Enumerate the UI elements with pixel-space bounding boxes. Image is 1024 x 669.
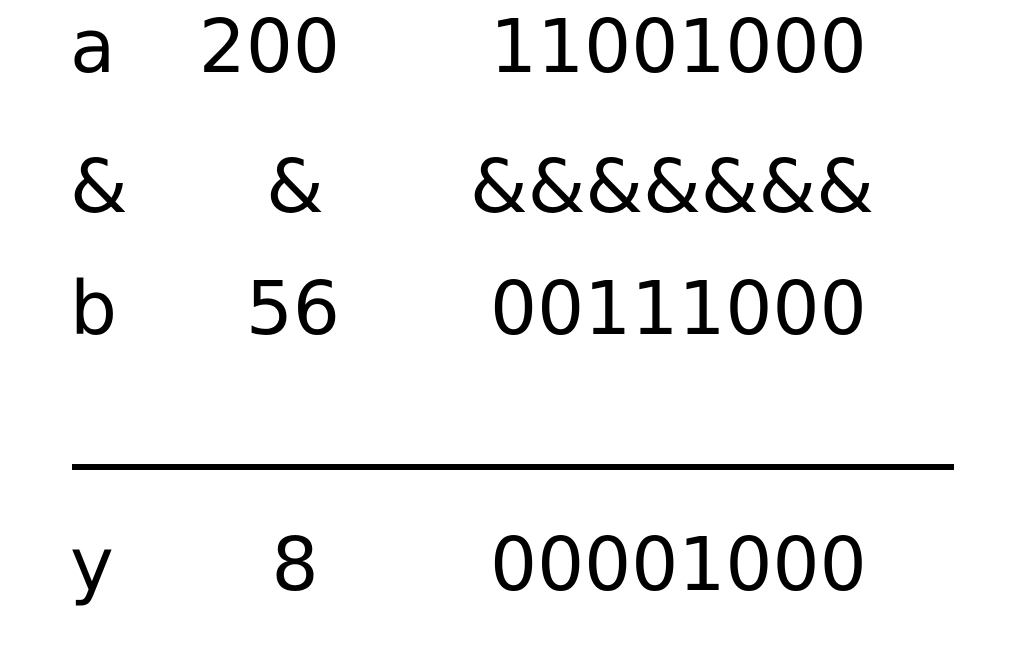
row-a-var: a [70, 4, 116, 90]
row-op-decimal: & [266, 144, 324, 230]
row-y-binary: 00001000 [490, 522, 867, 608]
row-b-decimal: 56 [245, 266, 340, 352]
row-op-binary: &&&&&&& [470, 144, 874, 230]
bitwise-and-table: a 200 11001000 & & &&&&&&& b 56 00111000… [0, 0, 1024, 669]
row-op-var: & [70, 144, 128, 230]
row-b-var: b [70, 266, 117, 352]
row-y-decimal: 8 [271, 522, 319, 608]
row-a-binary: 11001000 [490, 4, 867, 90]
row-y-var: y [70, 522, 114, 608]
row-a-decimal: 200 [198, 4, 340, 90]
divider-line [72, 464, 954, 470]
row-b-binary: 00111000 [490, 266, 867, 352]
